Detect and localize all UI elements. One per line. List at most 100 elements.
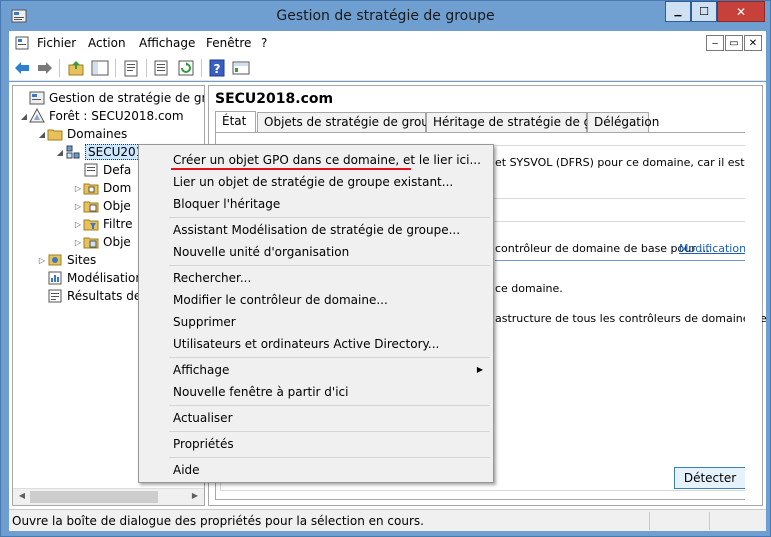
tree-item-label: Defa (103, 163, 132, 177)
scroll-left-icon[interactable]: ◀ (15, 491, 29, 503)
ctx-link-existing-gpo[interactable]: Lier un objet de stratégie de groupe exi… (173, 175, 453, 189)
menu-fichier[interactable]: Fichier (37, 36, 76, 50)
ctx-new-window[interactable]: Nouvelle fenêtre à partir d'ici (173, 385, 348, 399)
properties-icon[interactable] (122, 59, 140, 77)
modification-link-text[interactable]: Modification (679, 242, 746, 255)
scrollbar-thumb[interactable] (30, 491, 158, 503)
maximize-button[interactable]: ☐ (691, 1, 717, 22)
gpo-folder-icon (83, 201, 99, 213)
divider-line (495, 260, 747, 261)
ctx-block-inheritance[interactable]: Bloquer l'héritage (173, 197, 280, 211)
mdi-close-button[interactable]: ✕ (744, 35, 762, 51)
ctx-help[interactable]: Aide (173, 463, 200, 477)
wmi-folder-icon (83, 219, 99, 231)
expanded-arrow-icon[interactable]: ◢ (19, 112, 29, 121)
back-icon[interactable] (13, 59, 31, 77)
mdi-restore-icon: ▭ (729, 37, 739, 49)
modification-link[interactable]: Modification (679, 242, 746, 255)
tree-item-label: Dom (103, 181, 132, 195)
mdi-document-icon[interactable] (15, 36, 29, 50)
tab-linked-gpo[interactable]: Objets de stratégie de groupe liés (257, 112, 468, 132)
menu-help[interactable]: ? (261, 36, 267, 50)
tree-item-gpo-folder[interactable]: ▷ Obje (73, 197, 131, 215)
collapsed-arrow-icon[interactable]: ▷ (73, 238, 83, 247)
tree-item-domains[interactable]: ◢ Domaines (37, 125, 127, 143)
close-icon: ✕ (735, 4, 747, 19)
detect-button[interactable]: Détecter (674, 467, 746, 489)
mdi-close-icon: ✕ (748, 37, 758, 49)
help-icon[interactable]: ? (208, 59, 226, 77)
tree-item-label: Domaines (67, 127, 128, 141)
menu-bar: Fichier Action Affichage Fenêtre ? ‒ ▭ ✕ (9, 31, 766, 55)
tree-item-results[interactable]: Résultats de (37, 287, 141, 305)
tree-item-default-policy[interactable]: Defa (73, 161, 131, 179)
gpm-icon (29, 91, 45, 105)
tree-item-wmi-filters[interactable]: ▷ Filtre (73, 215, 133, 233)
baseline-text: contrôleur de domaine de base pour ... (495, 242, 710, 255)
tab-etat[interactable]: État (215, 111, 256, 133)
close-button[interactable]: ✕ (717, 1, 765, 22)
ctx-properties[interactable]: Propriétés (173, 437, 234, 451)
refresh-icon[interactable] (177, 59, 195, 77)
expanded-arrow-icon[interactable]: ◢ (37, 130, 47, 139)
menu-fenetre[interactable]: Fenêtre (206, 36, 251, 50)
tree-item-label: Obje (103, 199, 131, 213)
toolbar: ? (9, 55, 766, 81)
show-hide-tree-icon[interactable] (91, 59, 109, 77)
status-text: Ouvre la boîte de dialogue des propriété… (12, 514, 424, 528)
tree-item-forest[interactable]: ◢ Forêt : SECU2018.com (19, 107, 184, 125)
tree-item-modeling[interactable]: Modélisation (37, 269, 143, 287)
console-view-icon[interactable] (232, 59, 250, 77)
tree-item-label: Obje (103, 235, 131, 249)
infrastructure-text: astructure de tous les contrôleurs de do… (495, 312, 767, 325)
right-edge-spacer (745, 86, 762, 505)
ctx-modeling-wizard[interactable]: Assistant Modélisation de stratégie de g… (173, 223, 460, 237)
ctx-change-dc[interactable]: Modifier le contrôleur de domaine... (173, 293, 388, 307)
context-menu: Créer un objet GPO dans ce domaine, et l… (138, 144, 494, 483)
details-title: SECU2018.com (215, 91, 334, 107)
tree-item-label: Sites (67, 253, 97, 267)
tree-item-domain-controllers[interactable]: ▷ Dom (73, 179, 131, 197)
results-icon (48, 289, 62, 303)
tree-item-label: Gestion de stratégie de groupe (49, 91, 204, 105)
tree-item-label: Résultats de (67, 289, 142, 303)
window-title: Gestion de stratégie de groupe (276, 8, 495, 24)
sites-icon (48, 254, 62, 266)
tree-item-gpm[interactable]: Gestion de stratégie de groupe (19, 89, 204, 107)
tree-item-starter-gpo[interactable]: ▷ Obje (73, 233, 131, 251)
collapsed-arrow-icon[interactable]: ▷ (73, 184, 83, 193)
collapsed-arrow-icon[interactable]: ▷ (37, 256, 47, 265)
mdi-minimize-button[interactable]: ‒ (706, 35, 724, 51)
collapsed-arrow-icon[interactable]: ▷ (73, 202, 83, 211)
up-folder-icon[interactable] (67, 59, 85, 77)
ctx-refresh[interactable]: Actualiser (173, 411, 233, 425)
ctx-create-gpo-link[interactable]: Créer un objet GPO dans ce domaine, et l… (173, 153, 481, 167)
tab-delegation[interactable]: Délégation (587, 112, 659, 132)
tree-item-sites[interactable]: ▷ Sites (37, 251, 96, 269)
export-list-icon[interactable] (153, 59, 171, 77)
ctx-view[interactable]: Affichage (173, 363, 229, 377)
tab-inheritance[interactable]: Héritage de stratégie de groupe (426, 112, 626, 132)
ctx-aduc[interactable]: Utilisateurs et ordinateurs Active Direc… (173, 337, 439, 351)
forward-icon[interactable] (36, 59, 54, 77)
minimize-icon: ▁ (674, 6, 682, 17)
minimize-button[interactable]: ▁ (665, 1, 691, 22)
domain-status-text: ce domaine. (495, 282, 563, 295)
ctx-new-ou[interactable]: Nouvelle unité d'organisation (173, 245, 349, 259)
mdi-minimize-icon: ‒ (711, 37, 719, 49)
ou-icon (83, 183, 99, 195)
red-underline-annotation (171, 168, 411, 170)
ctx-delete[interactable]: Supprimer (173, 315, 236, 329)
scroll-right-icon[interactable]: ▶ (188, 491, 202, 503)
gpmc-window: Gestion de stratégie de groupe ▁ ☐ ✕ Fic… (0, 0, 771, 537)
menu-action[interactable]: Action (88, 36, 126, 50)
tree-item-label: Forêt : SECU2018.com (49, 109, 184, 123)
mdi-restore-button[interactable]: ▭ (725, 35, 743, 51)
collapsed-arrow-icon[interactable]: ▷ (73, 220, 83, 229)
tree-horizontal-scrollbar[interactable]: ◀ ▶ (13, 488, 204, 505)
menu-affichage[interactable]: Affichage (139, 36, 195, 50)
ctx-search[interactable]: Rechercher... (173, 271, 251, 285)
domain-icon (66, 145, 80, 159)
starter-gpo-icon (83, 237, 99, 249)
expanded-arrow-icon[interactable]: ◢ (55, 148, 65, 157)
